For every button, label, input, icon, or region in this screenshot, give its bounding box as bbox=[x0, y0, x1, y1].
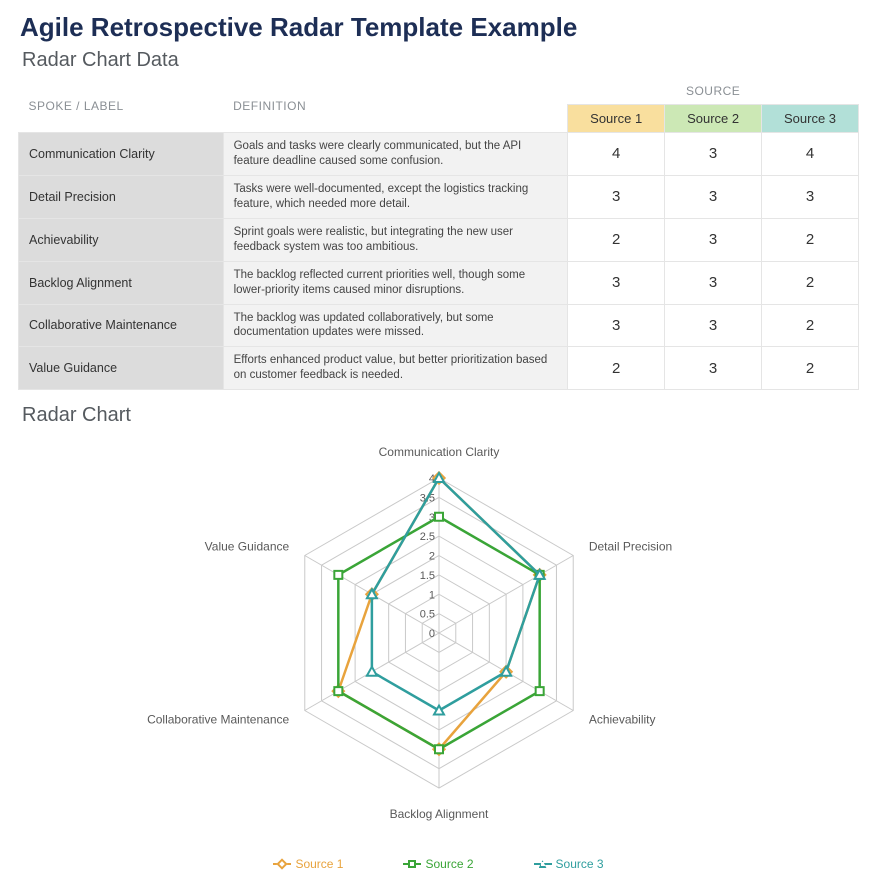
header-source-2: Source 2 bbox=[665, 105, 762, 133]
legend-label: Source 2 bbox=[425, 857, 473, 871]
svg-text:Achievability: Achievability bbox=[588, 713, 655, 727]
page-title: Agile Retrospective Radar Template Examp… bbox=[20, 12, 859, 43]
table-section-title: Radar Chart Data bbox=[22, 49, 859, 72]
spoke-cell: Value Guidance bbox=[19, 347, 224, 390]
spoke-cell: Backlog Alignment bbox=[19, 261, 224, 304]
value-cell: 3 bbox=[665, 261, 762, 304]
header-spoke: SPOKE / LABEL bbox=[19, 78, 224, 133]
value-cell: 2 bbox=[762, 218, 859, 261]
svg-text:Communication Clarity: Communication Clarity bbox=[378, 445, 499, 459]
table-row: AchievabilitySprint goals were realistic… bbox=[19, 218, 859, 261]
value-cell: 3 bbox=[665, 175, 762, 218]
legend-item-source-3: Source 3 bbox=[534, 857, 604, 871]
legend-label: Source 1 bbox=[295, 857, 343, 871]
svg-text:0: 0 bbox=[428, 628, 434, 640]
value-cell: 3 bbox=[665, 133, 762, 176]
table-row: Detail PrecisionTasks were well-document… bbox=[19, 175, 859, 218]
spoke-cell: Collaborative Maintenance bbox=[19, 304, 224, 347]
legend-item-source-2: Source 2 bbox=[403, 857, 473, 871]
value-cell: 3 bbox=[568, 175, 665, 218]
svg-text:0.5: 0.5 bbox=[419, 609, 434, 621]
definition-cell: Efforts enhanced product value, but bett… bbox=[223, 347, 568, 390]
header-source-1: Source 1 bbox=[568, 105, 665, 133]
table-row: Backlog AlignmentThe backlog reflected c… bbox=[19, 261, 859, 304]
legend-label: Source 3 bbox=[556, 857, 604, 871]
spoke-cell: Communication Clarity bbox=[19, 133, 224, 176]
definition-cell: Sprint goals were realistic, but integra… bbox=[223, 218, 568, 261]
definition-cell: The backlog was updated collaboratively,… bbox=[223, 304, 568, 347]
svg-text:1: 1 bbox=[428, 590, 434, 602]
spoke-cell: Achievability bbox=[19, 218, 224, 261]
definition-cell: Goals and tasks were clearly communicate… bbox=[223, 133, 568, 176]
header-source-3: Source 3 bbox=[762, 105, 859, 133]
value-cell: 3 bbox=[568, 261, 665, 304]
svg-text:Detail Precision: Detail Precision bbox=[588, 540, 671, 554]
value-cell: 2 bbox=[568, 347, 665, 390]
legend-item-source-1: Source 1 bbox=[273, 857, 343, 871]
radar-chart: 00.511.522.533.54Communication ClarityDe… bbox=[89, 433, 789, 853]
value-cell: 3 bbox=[762, 175, 859, 218]
table-row: Value GuidanceEfforts enhanced product v… bbox=[19, 347, 859, 390]
definition-cell: The backlog reflected current priorities… bbox=[223, 261, 568, 304]
value-cell: 2 bbox=[762, 261, 859, 304]
table-row: Collaborative MaintenanceThe backlog was… bbox=[19, 304, 859, 347]
value-cell: 3 bbox=[665, 218, 762, 261]
table-row: Communication ClarityGoals and tasks wer… bbox=[19, 133, 859, 176]
value-cell: 3 bbox=[665, 347, 762, 390]
value-cell: 2 bbox=[762, 347, 859, 390]
chart-legend: Source 1 Source 2 Source 3 bbox=[18, 857, 859, 871]
radar-data-table: SPOKE / LABEL DEFINITION SOURCE Source 1… bbox=[18, 78, 859, 390]
svg-text:1.5: 1.5 bbox=[419, 570, 434, 582]
value-cell: 3 bbox=[568, 304, 665, 347]
header-source-group: SOURCE bbox=[568, 78, 859, 105]
value-cell: 3 bbox=[665, 304, 762, 347]
definition-cell: Tasks were well-documented, except the l… bbox=[223, 175, 568, 218]
chart-section-title: Radar Chart bbox=[22, 404, 859, 427]
svg-text:Value Guidance: Value Guidance bbox=[204, 540, 289, 554]
spoke-cell: Detail Precision bbox=[19, 175, 224, 218]
svg-text:Collaborative Maintenance: Collaborative Maintenance bbox=[147, 713, 289, 727]
header-definition: DEFINITION bbox=[223, 78, 568, 133]
value-cell: 4 bbox=[762, 133, 859, 176]
value-cell: 2 bbox=[568, 218, 665, 261]
svg-text:2.5: 2.5 bbox=[419, 531, 434, 543]
value-cell: 4 bbox=[568, 133, 665, 176]
svg-text:Backlog Alignment: Backlog Alignment bbox=[389, 807, 488, 821]
value-cell: 2 bbox=[762, 304, 859, 347]
svg-text:2: 2 bbox=[428, 551, 434, 563]
